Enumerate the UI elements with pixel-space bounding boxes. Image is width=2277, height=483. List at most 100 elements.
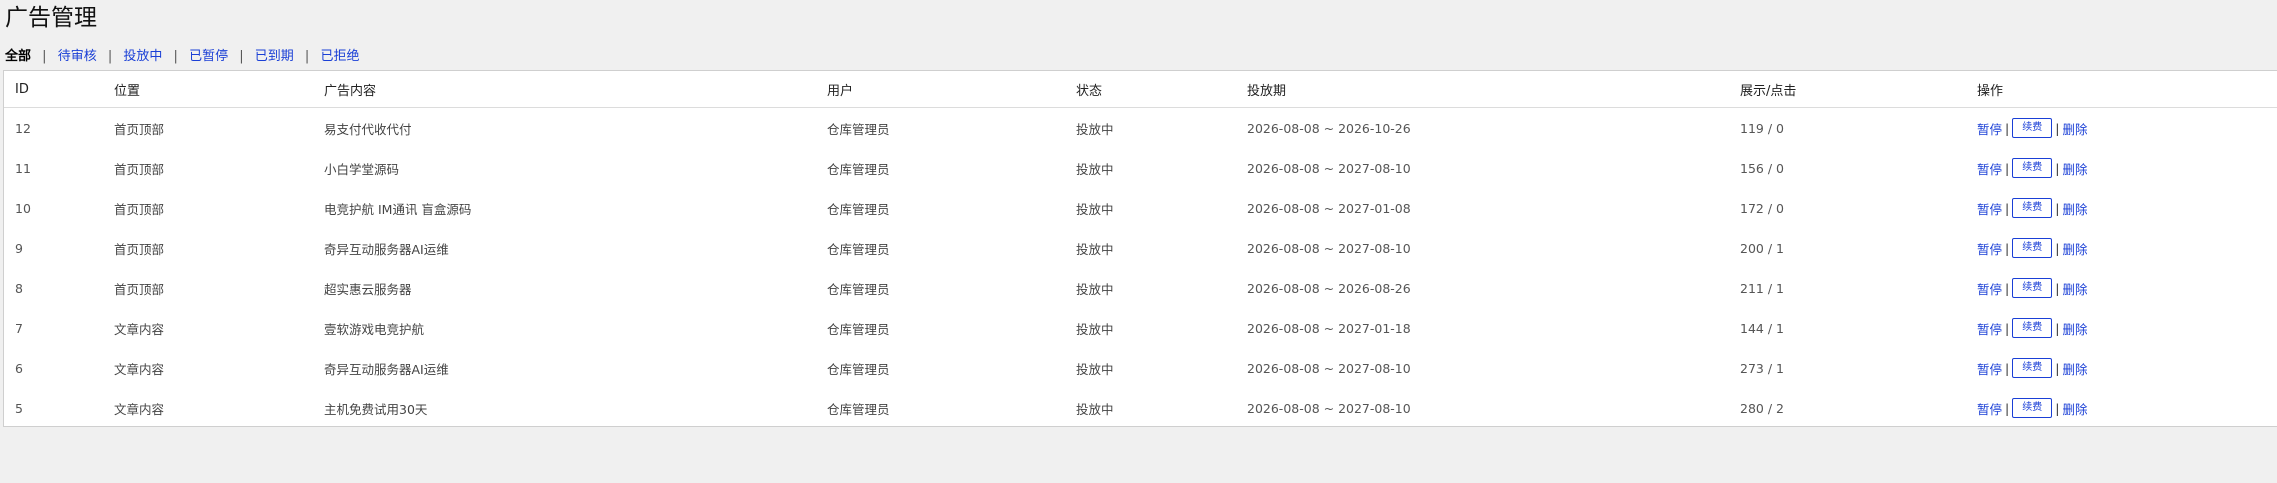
cell-period: 2026-08-08 ~ 2026-10-26 xyxy=(1247,120,1411,136)
cell-period: 2026-08-08 ~ 2027-08-10 xyxy=(1247,240,1411,256)
action-separator: | xyxy=(2055,200,2060,216)
cell-id: 8 xyxy=(15,280,23,296)
cell-user: 仓库管理员 xyxy=(827,201,890,217)
delete-link[interactable]: 删除 xyxy=(2062,199,2087,218)
cell-content: 易支付代收代付 xyxy=(324,121,412,137)
cell-status: 投放中 xyxy=(1076,121,1114,137)
renew-button[interactable]: 续费 xyxy=(2012,398,2053,418)
pause-link[interactable]: 暂停 xyxy=(1977,399,2002,418)
cell-user: 仓库管理员 xyxy=(827,161,890,177)
renew-button[interactable]: 续费 xyxy=(2012,318,2053,338)
pause-link[interactable]: 暂停 xyxy=(1977,119,2002,138)
action-separator: | xyxy=(2005,160,2010,176)
filter-tab-expired[interactable]: 已到期 xyxy=(255,49,294,64)
cell-stats: 280 / 2 xyxy=(1740,400,1784,416)
column-header-period: 投放期 xyxy=(1236,71,1729,108)
ads-table-body: 12 首页顶部 易支付代收代付 仓库管理员 投放中 2026-08-08 ~ 2026-1… xyxy=(4,108,2277,429)
cell-status: 投放中 xyxy=(1076,201,1114,217)
delete-link[interactable]: 删除 xyxy=(2062,359,2087,378)
pause-link[interactable]: 暂停 xyxy=(1977,279,2002,298)
cell-stats: 156 / 0 xyxy=(1740,160,1784,176)
renew-button[interactable]: 续费 xyxy=(2012,118,2053,138)
cell-user: 仓库管理员 xyxy=(827,361,890,377)
action-separator: | xyxy=(2005,400,2010,416)
action-separator: | xyxy=(2055,400,2060,416)
cell-actions: 暂停 | 续费 | 删除 xyxy=(1966,308,2277,348)
cell-content: 壹软游戏电竞护航 xyxy=(324,321,425,337)
delete-link[interactable]: 删除 xyxy=(2062,399,2087,418)
cell-position: 首页顶部 xyxy=(114,121,165,137)
pause-link[interactable]: 暂停 xyxy=(1977,359,2002,378)
column-header-position: 位置 xyxy=(103,71,313,108)
cell-actions: 暂停 | 续费 | 删除 xyxy=(1966,108,2277,149)
renew-button[interactable]: 续费 xyxy=(2012,358,2053,378)
cell-status: 投放中 xyxy=(1076,161,1114,177)
table-row: 9 首页顶部 奇异互动服务器AI运维 仓库管理员 投放中 2026-08-08 ~ 202… xyxy=(4,228,2277,268)
status-filter-bar: 全部 | 待审核 | 投放中 | 已暂停 | 已到期 | 已拒绝 xyxy=(5,48,359,66)
cell-id: 10 xyxy=(15,200,31,216)
cell-position: 文章内容 xyxy=(114,361,165,377)
pause-link[interactable]: 暂停 xyxy=(1977,199,2002,218)
ads-table-panel: ID 位置 广告内容 用户 状态 投放期 展示/点击 操作 12 首页顶部 易支付代… xyxy=(3,70,2277,427)
pause-link[interactable]: 暂停 xyxy=(1977,159,2002,178)
filter-tab-active[interactable]: 投放中 xyxy=(123,49,162,64)
delete-link[interactable]: 删除 xyxy=(2062,239,2087,258)
filter-tab-pending[interactable]: 待审核 xyxy=(58,49,97,64)
cell-stats: 200 / 1 xyxy=(1740,240,1784,256)
column-header-status: 状态 xyxy=(1065,71,1236,108)
cell-status: 投放中 xyxy=(1076,281,1114,297)
cell-id: 6 xyxy=(15,360,23,376)
row-actions: 暂停 | 续费 | 删除 xyxy=(1977,238,2277,258)
row-actions: 暂停 | 续费 | 删除 xyxy=(1977,158,2277,178)
action-separator: | xyxy=(2005,200,2010,216)
cell-status: 投放中 xyxy=(1076,361,1114,377)
filter-tab-all[interactable]: 全部 xyxy=(5,49,31,64)
row-actions: 暂停 | 续费 | 删除 xyxy=(1977,278,2277,298)
ads-table: ID 位置 广告内容 用户 状态 投放期 展示/点击 操作 12 首页顶部 易支付代… xyxy=(4,71,2277,428)
cell-stats: 144 / 1 xyxy=(1740,320,1784,336)
cell-content: 奇异互动服务器AI运维 xyxy=(324,241,449,257)
cell-status: 投放中 xyxy=(1076,241,1114,257)
table-row: 10 首页顶部 电竞护航 IM通讯 盲盒源码 仓库管理员 投放中 2026-08-08 ~… xyxy=(4,188,2277,228)
table-row: 11 首页顶部 小白学堂源码 仓库管理员 投放中 2026-08-08 ~ 2027-08… xyxy=(4,148,2277,188)
renew-button[interactable]: 续费 xyxy=(2012,158,2053,178)
cell-stats: 119 / 0 xyxy=(1740,120,1784,136)
table-header-row: ID 位置 广告内容 用户 状态 投放期 展示/点击 操作 xyxy=(4,71,2277,108)
row-actions: 暂停 | 续费 | 删除 xyxy=(1977,318,2277,338)
action-separator: | xyxy=(2005,120,2010,136)
cell-actions: 暂停 | 续费 | 删除 xyxy=(1966,388,2277,428)
renew-button[interactable]: 续费 xyxy=(2012,198,2053,218)
cell-period: 2026-08-08 ~ 2027-01-18 xyxy=(1247,320,1411,336)
action-separator: | xyxy=(2055,320,2060,336)
row-actions: 暂停 | 续费 | 删除 xyxy=(1977,198,2277,218)
cell-period: 2026-08-08 ~ 2027-08-10 xyxy=(1247,360,1411,376)
table-row: 6 文章内容 奇异互动服务器AI运维 仓库管理员 投放中 2026-08-08 ~ 202… xyxy=(4,348,2277,388)
delete-link[interactable]: 删除 xyxy=(2062,159,2087,178)
delete-link[interactable]: 删除 xyxy=(2062,319,2087,338)
pause-link[interactable]: 暂停 xyxy=(1977,239,2002,258)
page-title: 广告管理 xyxy=(5,5,97,31)
cell-content: 奇异互动服务器AI运维 xyxy=(324,361,449,377)
filter-tab-paused[interactable]: 已暂停 xyxy=(189,49,228,64)
pause-link[interactable]: 暂停 xyxy=(1977,319,2002,338)
filter-separator: | xyxy=(107,49,113,64)
filter-separator: | xyxy=(239,49,244,64)
cell-user: 仓库管理员 xyxy=(827,401,890,417)
cell-stats: 211 / 1 xyxy=(1740,280,1784,296)
renew-button[interactable]: 续费 xyxy=(2012,278,2053,298)
delete-link[interactable]: 删除 xyxy=(2062,119,2087,138)
cell-stats: 172 / 0 xyxy=(1740,200,1784,216)
cell-user: 仓库管理员 xyxy=(827,121,890,137)
table-row: 7 文章内容 壹软游戏电竞护航 仓库管理员 投放中 2026-08-08 ~ 2027-0… xyxy=(4,308,2277,348)
cell-id: 9 xyxy=(15,240,23,256)
action-separator: | xyxy=(2005,240,2010,256)
renew-button[interactable]: 续费 xyxy=(2012,238,2053,258)
cell-position: 文章内容 xyxy=(114,321,165,337)
filter-tab-rejected[interactable]: 已拒绝 xyxy=(320,49,359,64)
action-separator: | xyxy=(2055,160,2060,176)
delete-link[interactable]: 删除 xyxy=(2062,279,2087,298)
cell-user: 仓库管理员 xyxy=(827,241,890,257)
ad-management-page: 广告管理 全部 | 待审核 | 投放中 | 已暂停 | 已到期 | 已拒绝 ID… xyxy=(0,0,2277,483)
cell-id: 11 xyxy=(15,160,31,176)
cell-id: 7 xyxy=(15,320,23,336)
